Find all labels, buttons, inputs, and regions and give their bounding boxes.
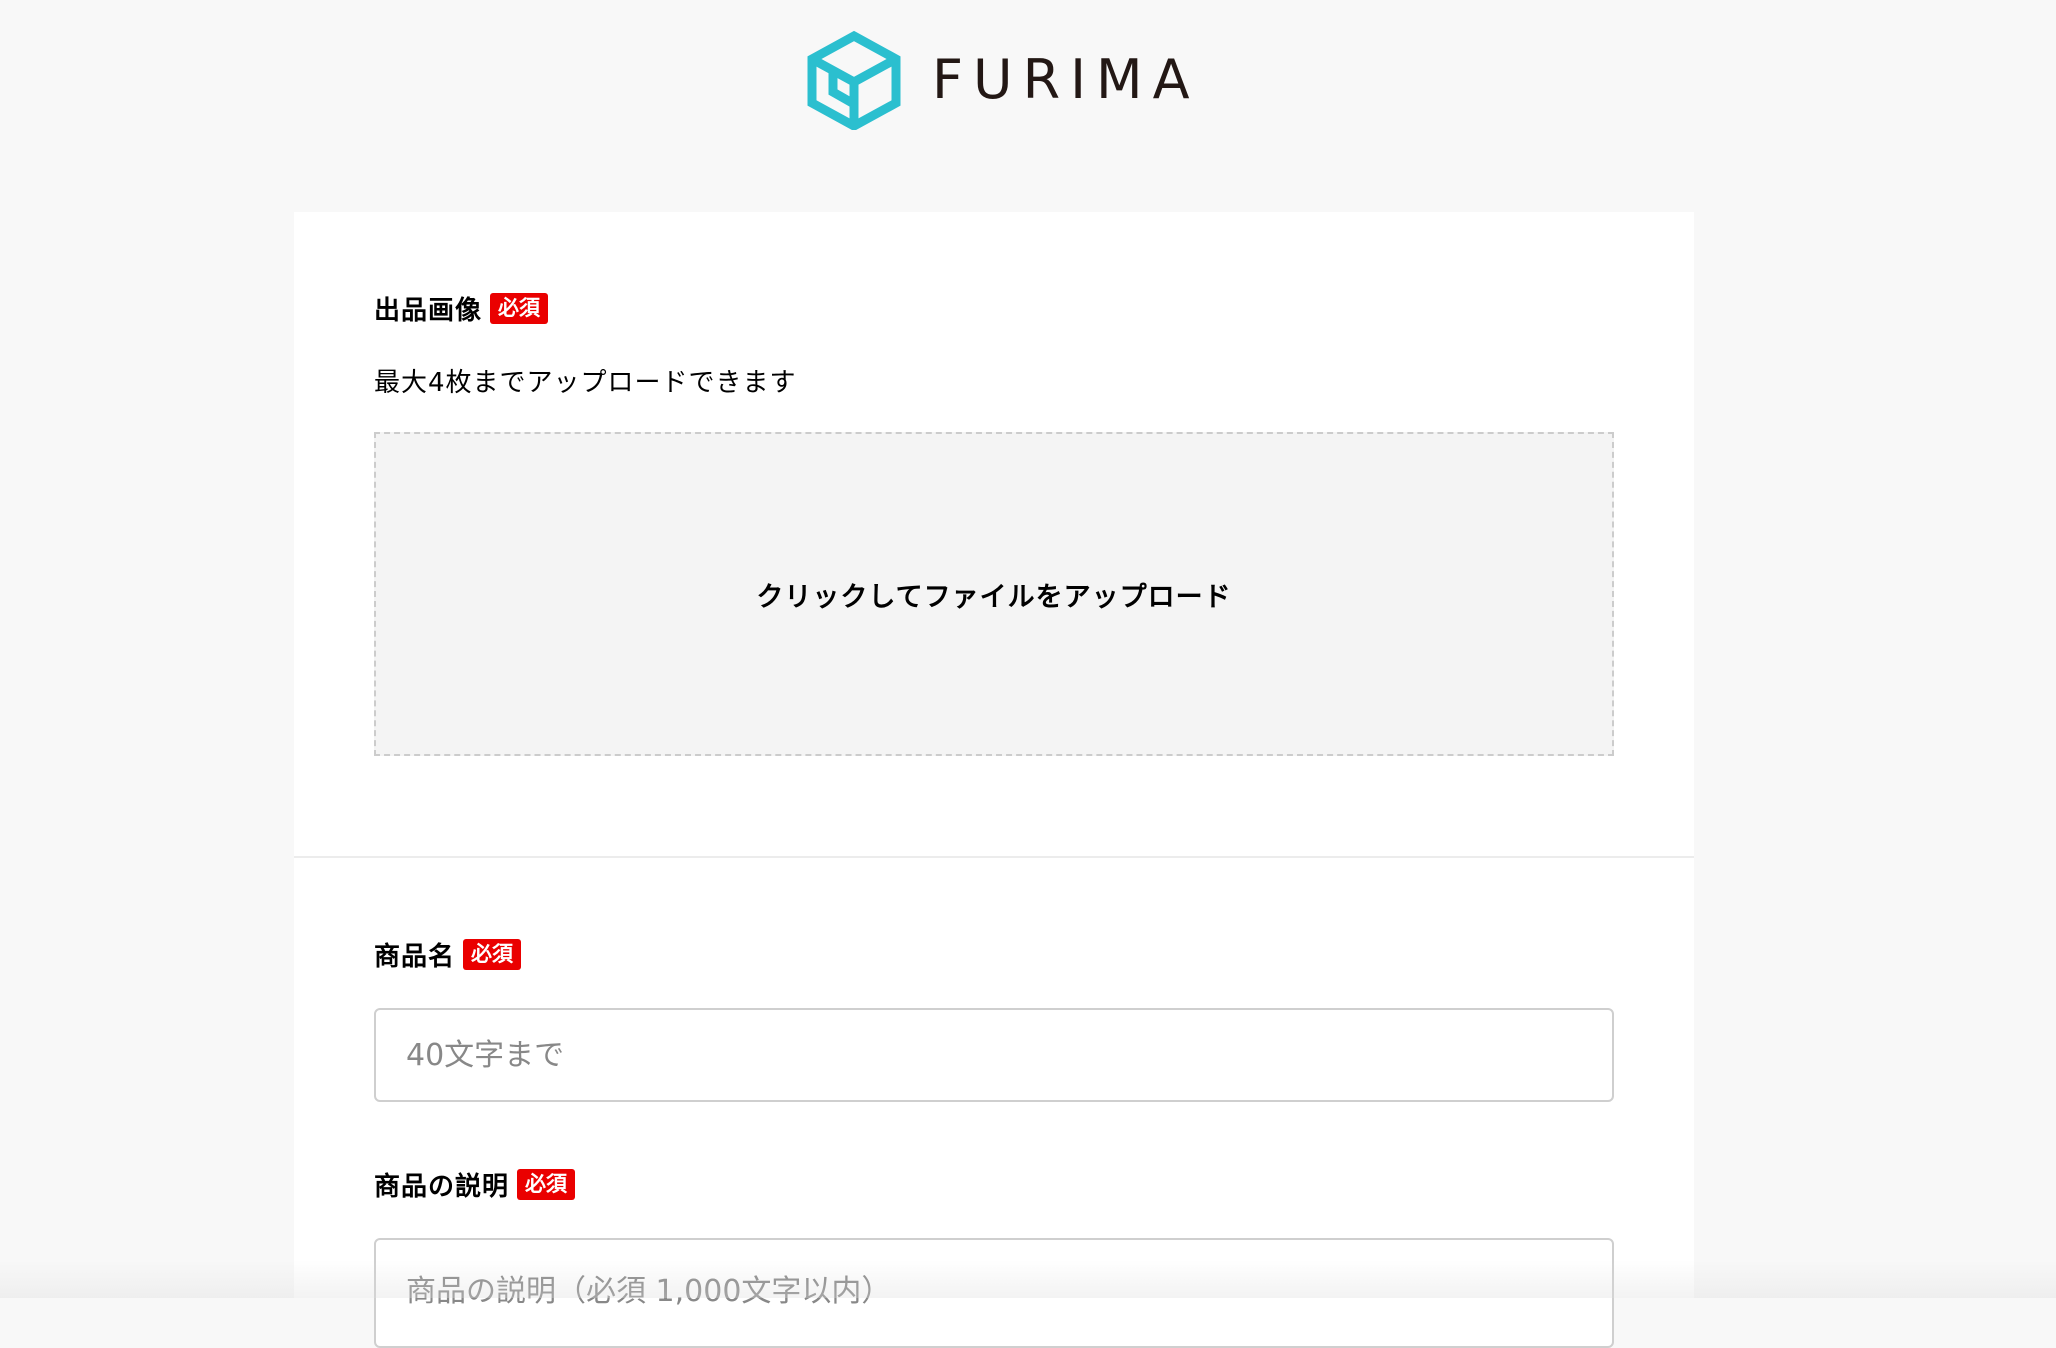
furima-logo[interactable]: FURIMA (806, 30, 1200, 130)
product-name-label: 商品名 (374, 942, 456, 972)
product-description-label-row: 商品の説明 必須 (374, 1166, 576, 1203)
product-name-label-row: 商品名 必須 (374, 936, 522, 973)
cube-icon (807, 30, 901, 130)
brand-name: FURIMA (932, 48, 1200, 111)
site-header: FURIMA (0, 0, 2056, 212)
image-upload-section: 出品画像 必須 最大4枚までアップロードできます クリックしてファイルをアップロ… (294, 212, 1694, 858)
dropzone-label: クリックしてファイルをアップロード (756, 581, 1232, 613)
required-badge: 必須 (463, 938, 522, 971)
product-description-label: 商品の説明 (374, 1172, 510, 1202)
required-badge: 必須 (517, 1168, 576, 1201)
image-label-row: 出品画像 必須 (374, 290, 549, 327)
product-description-textarea[interactable] (374, 1238, 1614, 1348)
sell-form-card: 出品画像 必須 最大4枚までアップロードできます クリックしてファイルをアップロ… (294, 212, 1694, 1348)
upload-limit-note: 最大4枚までアップロードできます (374, 368, 797, 398)
image-label: 出品画像 (374, 296, 483, 326)
required-badge: 必須 (490, 292, 549, 325)
product-details-section: 商品名 必須 商品の説明 必須 (294, 858, 1694, 1348)
product-name-input[interactable] (374, 1008, 1614, 1102)
image-dropzone[interactable]: クリックしてファイルをアップロード (374, 432, 1614, 756)
